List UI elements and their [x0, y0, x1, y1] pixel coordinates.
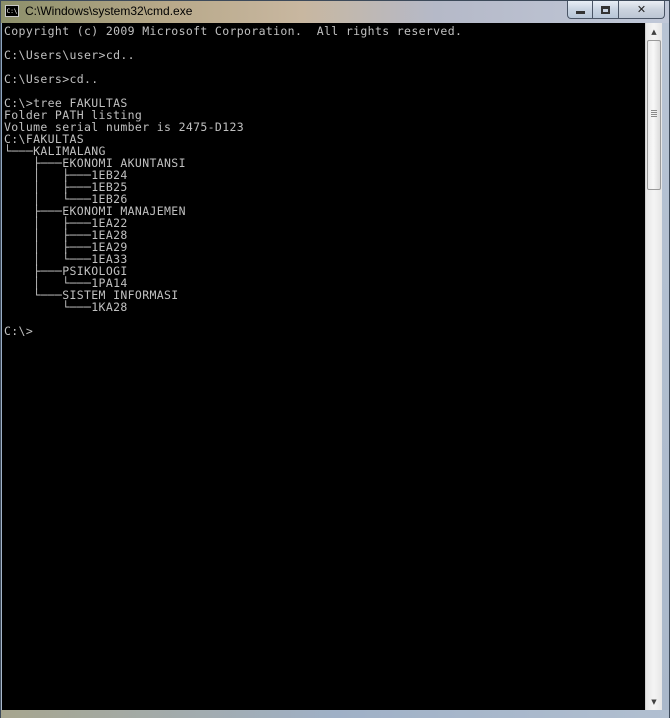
grip-icon — [651, 110, 657, 118]
scroll-thumb[interactable] — [647, 40, 661, 190]
maximize-icon — [601, 5, 610, 14]
console-line: C:\Users>cd.. — [4, 72, 99, 86]
console-line: └───1KA28 — [4, 300, 128, 314]
vertical-scrollbar[interactable]: ▲ ▼ — [645, 23, 662, 710]
console-text: Copyright (c) 2009 Microsoft Corporation… — [4, 25, 462, 337]
caption-buttons: ✕ — [567, 1, 665, 19]
cmd-app-icon[interactable]: C:\ — [5, 5, 19, 17]
scroll-up-button[interactable]: ▲ — [646, 23, 662, 40]
title-bar[interactable]: C:\ C:\Windows\system32\cmd.exe ✕ — [1, 1, 669, 23]
window-frame-right — [662, 23, 669, 710]
window-frame-bottom — [1, 710, 669, 718]
minimize-button[interactable] — [567, 1, 593, 19]
minimize-icon — [575, 11, 585, 14]
scroll-down-icon: ▼ — [651, 697, 657, 706]
window-title: C:\Windows\system32\cmd.exe — [25, 4, 193, 18]
console-line: C:\> — [4, 324, 34, 338]
console-line: C:\Users\user>cd.. — [4, 48, 135, 62]
close-button[interactable]: ✕ — [619, 1, 665, 19]
scroll-up-icon: ▲ — [651, 27, 657, 36]
cmd-window: C:\ C:\Windows\system32\cmd.exe ✕ Copyri… — [0, 0, 670, 718]
close-icon: ✕ — [636, 3, 647, 16]
console-output-area[interactable]: Copyright (c) 2009 Microsoft Corporation… — [2, 23, 645, 710]
maximize-button[interactable] — [593, 1, 619, 19]
scroll-down-button[interactable]: ▼ — [646, 693, 662, 710]
console-line: Copyright (c) 2009 Microsoft Corporation… — [4, 24, 463, 38]
